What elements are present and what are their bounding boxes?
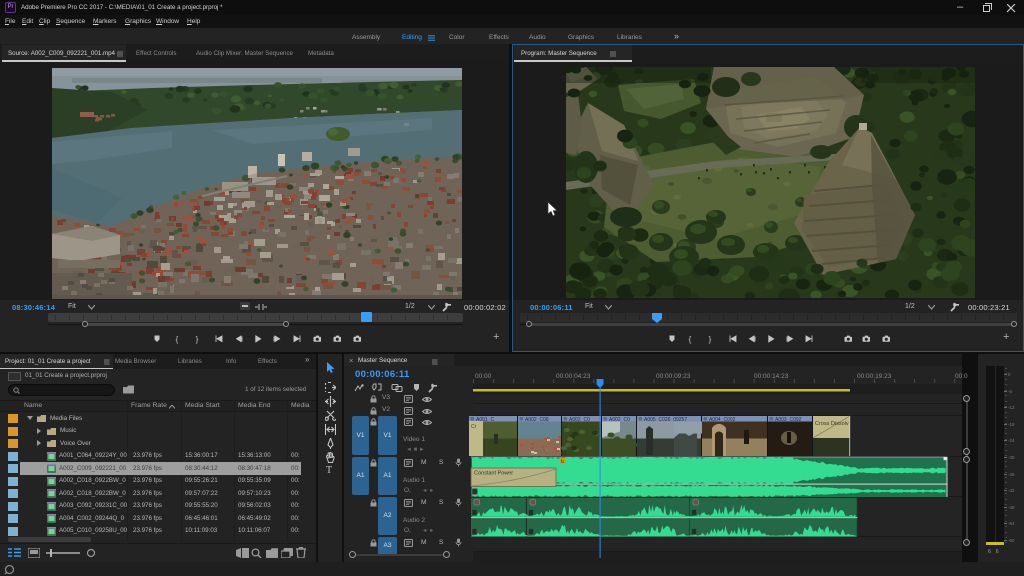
- svg-text:00:00: 00:00: [475, 373, 492, 380]
- svg-text:00:00:14:23: 00:00:14:23: [754, 373, 789, 380]
- svg-text:Constant Power: Constant Power: [474, 471, 513, 477]
- svg-text:00:0: 00:0: [955, 373, 968, 380]
- svg-text:Cr: Cr: [471, 424, 477, 430]
- svg-text:00:00:04:23: 00:00:04:23: [556, 373, 591, 380]
- svg-text:Cross Dissolv: Cross Dissolv: [815, 421, 849, 427]
- svg-text:00:00:09:23: 00:00:09:23: [656, 373, 691, 380]
- svg-text:00:00:19:23: 00:00:19:23: [857, 373, 892, 380]
